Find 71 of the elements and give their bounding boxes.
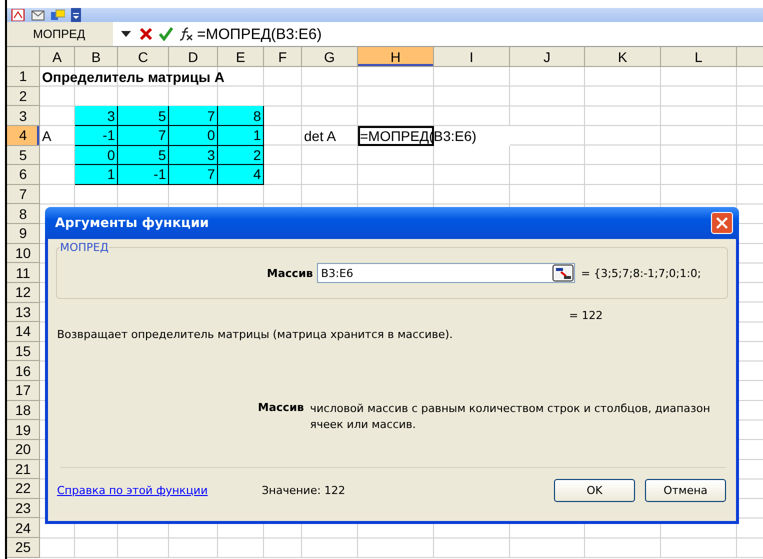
table-cell: 8	[218, 106, 264, 126]
row-header[interactable]: 10	[7, 244, 40, 264]
table-cell-text: A	[41, 126, 52, 146]
row-header[interactable]: 11	[7, 263, 40, 283]
formula-result: = 122	[569, 309, 604, 322]
row-header[interactable]: 18	[7, 400, 40, 420]
table-cell: 1	[75, 165, 118, 185]
group-label: МОПРЕД	[60, 241, 109, 254]
table-cell: 5	[118, 146, 169, 166]
row-header[interactable]: 7	[7, 184, 40, 204]
function-icon[interactable]	[179, 27, 193, 41]
table-cell: -1	[75, 126, 118, 146]
table-cell: 3	[169, 146, 218, 166]
ok-button[interactable]: OK	[554, 479, 635, 502]
row-header[interactable]: 23	[7, 498, 40, 518]
row-header[interactable]: 24	[7, 518, 40, 538]
argument-label: Массив	[266, 266, 313, 280]
envelope-icon[interactable]	[31, 9, 45, 21]
table-cell-text: det A	[303, 126, 337, 146]
range-select-icon[interactable]	[552, 264, 574, 282]
row-header[interactable]: 19	[7, 420, 40, 440]
row-header[interactable]: 21	[7, 460, 40, 480]
table-cell: 5	[118, 106, 169, 126]
argument-help-label: Массив	[256, 401, 304, 416]
row-header[interactable]: 3	[7, 106, 40, 126]
table-cell: 0	[75, 146, 118, 166]
close-icon	[716, 217, 728, 229]
table-cell: 7	[169, 165, 218, 185]
sheet-title: Определитель матрицы А	[41, 68, 226, 87]
cancel-button[interactable]: Отмена	[645, 479, 726, 502]
table-cell: 7	[118, 126, 169, 146]
table-cell: 0	[169, 126, 218, 146]
argument-help-text: числовой массив с равным количеством строк и столбцов, диапазон ячеек или массив.	[310, 401, 712, 433]
column-header[interactable]: H	[358, 47, 434, 66]
row-header[interactable]: 5	[7, 146, 40, 166]
row-header[interactable]: 13	[7, 302, 40, 322]
dropdown-icon[interactable]	[121, 31, 131, 37]
comment-icon[interactable]	[51, 9, 65, 21]
table-cell: 4	[218, 165, 264, 185]
cancel-icon[interactable]	[139, 27, 153, 41]
argument-result: = {3;5;7;8:-1;7;0;1:0;	[581, 266, 702, 280]
row-header[interactable]: 9	[7, 224, 40, 244]
row-header[interactable]: 6	[7, 165, 40, 185]
row-header[interactable]: 20	[7, 440, 40, 460]
formula-field[interactable]: =МОПРЕД(B3:E6)	[197, 26, 322, 42]
row-header[interactable]: 17	[7, 381, 40, 401]
pdf-icon[interactable]	[11, 9, 25, 21]
table-cell: 7	[169, 106, 218, 126]
row-header[interactable]: 4	[7, 126, 40, 146]
row-header[interactable]: 16	[7, 361, 40, 381]
check-icon[interactable]	[159, 27, 173, 41]
table-cell: -1	[118, 165, 169, 185]
row-header[interactable]: 12	[7, 282, 40, 302]
row-header[interactable]: 1	[7, 67, 40, 87]
row-header[interactable]: 15	[7, 342, 40, 362]
row-header[interactable]: 22	[7, 479, 40, 499]
table-cell: 1	[218, 126, 264, 146]
row-header[interactable]: 14	[7, 322, 40, 342]
table-cell: 3	[75, 106, 118, 126]
toolbar-options-icon[interactable]	[71, 8, 81, 22]
table-cell: 2	[218, 146, 264, 166]
row-header[interactable]: 8	[7, 204, 40, 224]
value-text: Значение: 122	[262, 484, 346, 497]
help-link[interactable]: Справка по этой функции	[57, 484, 208, 497]
name-box[interactable]: МОПРЕД	[7, 22, 113, 46]
row-header[interactable]: 2	[7, 86, 40, 106]
row-header[interactable]: 25	[7, 538, 40, 558]
function-description: Возвращает определитель матрицы (матрица хранится в массиве).	[57, 328, 454, 341]
dialog-title: Аргументы функции	[55, 216, 209, 230]
input-field[interactable]: B3:E6	[317, 263, 575, 283]
close-button[interactable]	[711, 212, 733, 234]
